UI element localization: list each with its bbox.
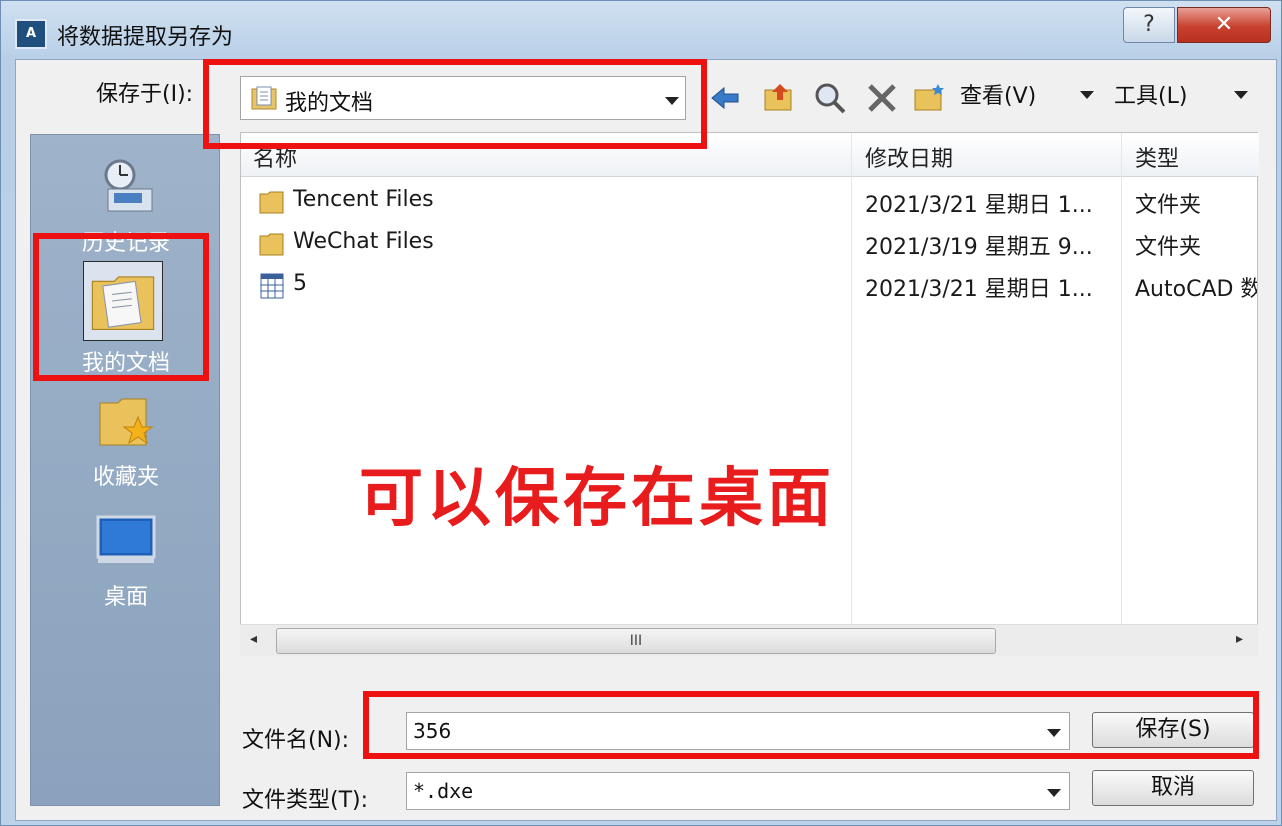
- view-chevron-down-icon[interactable]: [1080, 91, 1094, 99]
- desktop-icon: [96, 515, 156, 563]
- delete-icon[interactable]: [864, 80, 900, 116]
- file-name: Tencent Files: [293, 187, 434, 212]
- column-modified-date[interactable]: 修改日期: [865, 141, 953, 173]
- new-folder-icon[interactable]: [912, 80, 948, 116]
- title-bar: A 将数据提取另存为 ? ✕: [1, 1, 1282, 57]
- filetype-select[interactable]: *.dxe: [406, 772, 1070, 810]
- file-row[interactable]: Tencent Files 2021/3/21 星期日 1... 文件夹: [241, 181, 1259, 223]
- file-type: 文件夹: [1135, 235, 1202, 260]
- filetype-chevron-down-icon[interactable]: [1047, 789, 1061, 797]
- file-row[interactable]: WeChat Files 2021/3/19 星期五 9... 文件夹: [241, 223, 1259, 265]
- scroll-right-icon[interactable]: ▸: [1236, 631, 1243, 647]
- file-type: AutoCAD 数: [1135, 277, 1257, 302]
- highlight-location-box: [203, 59, 707, 149]
- file-name: 5: [293, 271, 307, 296]
- filename-label: 文件名(N):: [242, 728, 350, 753]
- place-desktop-label: 桌面: [103, 585, 148, 610]
- spreadsheet-file-icon: [260, 273, 284, 299]
- scroll-thumb[interactable]: III: [276, 628, 996, 654]
- file-date: 2021/3/21 星期日 1...: [865, 277, 1093, 302]
- save-dialog: A 将数据提取另存为 ? ✕ 保存于(I): 我的文档 查看(V) 工具(L) …: [0, 0, 1282, 826]
- save-in-label: 保存于(I):: [96, 82, 194, 107]
- file-name: WeChat Files: [293, 229, 434, 254]
- place-favorites[interactable]: 收藏夹: [31, 389, 221, 490]
- file-date: 2021/3/19 星期五 9...: [865, 235, 1093, 260]
- highlight-filename-box: [363, 691, 1259, 759]
- help-button[interactable]: ?: [1123, 7, 1175, 43]
- file-date: 2021/3/21 星期日 1...: [865, 193, 1093, 218]
- history-icon: [104, 159, 153, 212]
- tools-chevron-down-icon[interactable]: [1234, 91, 1248, 99]
- file-list[interactable]: 名称 修改日期 类型 Tencent Files 2021/3/21 星期日 1…: [240, 132, 1259, 657]
- place-favorites-label: 收藏夹: [92, 465, 159, 490]
- file-type: 文件夹: [1135, 193, 1202, 218]
- back-arrow-icon[interactable]: [708, 80, 744, 116]
- horizontal-scrollbar[interactable]: ◂ III ▸: [240, 624, 1258, 656]
- favorites-icon: [99, 398, 154, 446]
- search-web-icon[interactable]: [812, 80, 848, 116]
- up-folder-icon[interactable]: [762, 80, 798, 116]
- close-button[interactable]: ✕: [1177, 7, 1271, 43]
- cancel-button[interactable]: 取消: [1092, 770, 1254, 806]
- highlight-my-documents-box: [33, 233, 209, 381]
- folder-icon: [259, 233, 284, 256]
- filetype-value: *.dxe: [413, 779, 474, 803]
- filetype-label: 文件类型(T):: [242, 788, 369, 813]
- scroll-left-icon[interactable]: ◂: [250, 631, 257, 647]
- autocad-app-icon: A: [15, 19, 47, 49]
- folder-icon: [259, 191, 284, 214]
- place-desktop[interactable]: 桌面: [31, 509, 221, 610]
- view-menu[interactable]: 查看(V): [960, 78, 1036, 110]
- file-row[interactable]: 5 2021/3/21 星期日 1... AutoCAD 数: [241, 265, 1259, 307]
- tools-menu[interactable]: 工具(L): [1114, 78, 1187, 110]
- column-type[interactable]: 类型: [1135, 141, 1179, 173]
- annotation-text: 可以保存在桌面: [359, 462, 835, 536]
- dialog-title: 将数据提取另存为: [57, 25, 234, 50]
